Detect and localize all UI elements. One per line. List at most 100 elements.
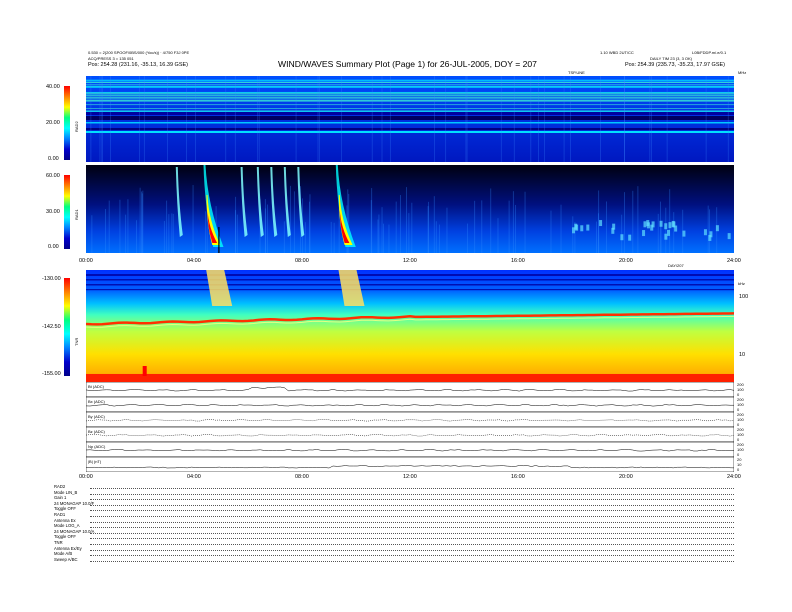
mhz-label: MHz: [738, 70, 747, 75]
rad1-patch: [642, 230, 646, 237]
rad1-streak: [136, 220, 137, 253]
rad1-streak: [267, 204, 268, 253]
rad2-streak: [257, 76, 259, 162]
rad2-band: [86, 93, 734, 95]
rad2-streak: [600, 76, 601, 162]
tnr-spectrogram: [86, 270, 734, 382]
info-row-label: Sweep A/BC: [54, 556, 78, 562]
rad1-patch: [674, 225, 678, 232]
rad1-patch: [659, 220, 663, 227]
rad1-streak: [673, 212, 675, 253]
rad2-colorbar: [64, 86, 70, 160]
field-row-label: By (ADC): [88, 414, 105, 419]
field-row-frame: [86, 456, 734, 472]
rad1-streak: [707, 205, 709, 253]
field-xtick: 08:00: [295, 474, 309, 480]
rad1-patch: [709, 231, 713, 238]
header-left-line1: 0.530 = 2(200 SPOOF/0BS/000 (Yoc/s)) · 4…: [88, 50, 190, 55]
tnr-cbar-tick-bot: -155.00: [42, 371, 61, 377]
header-right-line3: Pos: 254.39 (235.73, -35.23, 17.97 GSE): [625, 62, 725, 68]
rad1-streak: [446, 207, 448, 253]
rad1-streak: [163, 220, 165, 253]
rad1-svg: [86, 165, 734, 253]
rad2-streak: [234, 76, 236, 162]
rad1-marker: [218, 227, 220, 253]
rad1-streak: [381, 207, 383, 253]
rad1-patch: [682, 230, 686, 237]
info-row-label: Antenna Ex/Ey: [54, 545, 82, 551]
tnr-band: [86, 279, 734, 281]
rad1-streak: [293, 191, 295, 253]
rad1-streak: [400, 195, 401, 253]
rad2-band: [86, 131, 734, 133]
rad1-xtick: 20:00: [619, 258, 633, 264]
info-row-label: Antenna Ex: [54, 517, 76, 523]
tnr-cbar-tick-mid: -142.50: [42, 324, 61, 330]
rad1-streak: [383, 223, 384, 253]
rad1-colorbar: [64, 175, 70, 249]
rad2-streak: [317, 76, 319, 162]
rad2-streak: [530, 76, 532, 162]
rad1-streak: [108, 200, 110, 253]
page-title: WIND/WAVES Summary Plot (Page 1) for 26-…: [278, 59, 537, 69]
rad1-streak: [330, 221, 332, 253]
rad1-streak: [665, 207, 667, 253]
rad1-patch: [727, 233, 731, 240]
rad1-patch: [667, 229, 671, 236]
rad1-streak: [490, 188, 492, 253]
rad1-patch: [620, 234, 624, 241]
day-label: DAY/207: [668, 263, 684, 268]
rad2-streak: [167, 76, 168, 162]
rad1-streak: [377, 219, 379, 253]
rad1-streak: [508, 200, 510, 253]
rad1-streak: [524, 191, 526, 253]
field-row-frame: [86, 382, 734, 398]
rad2-streak: [624, 76, 626, 162]
rad1-streak: [669, 189, 671, 253]
rad1-patch: [574, 223, 578, 230]
rad1-streak: [660, 222, 662, 253]
rad2-streak: [389, 76, 391, 162]
rad2-streak: [341, 76, 342, 162]
info-row-label: Mode LIN_B: [54, 489, 78, 495]
rad2-streak: [319, 76, 320, 162]
rad2-band: [86, 79, 734, 81]
info-row-label: Toggle OFF: [54, 534, 76, 540]
rad2-spectrogram: [86, 76, 734, 162]
field-row-frame: [86, 441, 734, 458]
rad1-streak: [514, 204, 516, 253]
rad2-ylabel: RAD2: [74, 121, 79, 132]
tnr-svg: [86, 270, 734, 382]
rad2-band: [86, 108, 734, 109]
header-left-line3: Pos: 254.28 (231.16, -35.13, 16.39 GSE): [88, 62, 188, 68]
rad1-streak: [497, 218, 499, 253]
rad2-streak: [466, 76, 468, 162]
info-row-label: Toggle OFF: [54, 506, 76, 512]
rad2-cbar-tick-top: 40.00: [46, 84, 60, 90]
rad1-streak: [408, 213, 410, 253]
info-row: Sweep A/BC: [54, 557, 734, 563]
rad1-streak: [550, 210, 552, 253]
rad2-band: [86, 112, 734, 115]
rad1-cbar-tick-top: 60.00: [46, 173, 60, 179]
info-row-label: RAD1: [54, 512, 66, 517]
rad2-band: [86, 82, 734, 83]
rad2-streak: [563, 76, 565, 162]
field-panels: [86, 382, 734, 472]
rad1-streak: [598, 213, 599, 253]
rad2-band: [86, 110, 734, 112]
rad1-streak: [142, 190, 144, 253]
tnr-right-tick-100: 100: [739, 294, 749, 300]
rad1-patch: [580, 225, 584, 232]
field-row-label: Np (ADC): [88, 444, 106, 449]
rad1-streak: [560, 204, 562, 253]
rad1-streak: [333, 222, 335, 253]
rad1-patch: [646, 220, 650, 227]
field-row-right-tick: 0: [737, 467, 740, 472]
rad2-streak: [90, 76, 92, 162]
rad2-streak: [99, 76, 101, 162]
rad1-ylabel: RAD1: [74, 209, 79, 220]
rad1-patch: [651, 221, 655, 228]
header-right-line1: 1.10 WBD 2UT/CC: [600, 50, 634, 55]
tnr-ylabel: TNR: [74, 337, 79, 346]
